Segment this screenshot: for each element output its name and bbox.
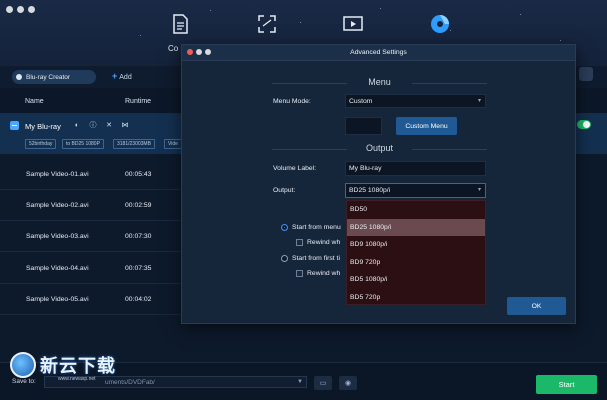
rewind-option-2[interactable]: Rewind wh [296, 270, 340, 277]
output-section-heading: Output [272, 143, 487, 153]
start-from-menu-label: Start from menu [292, 224, 341, 231]
ripper-module-icon[interactable] [255, 12, 279, 36]
name-column-header: Name [25, 98, 44, 105]
output-option-selected[interactable]: BD25 1080p/i [347, 218, 485, 236]
menu-preview-box[interactable] [345, 117, 382, 135]
ok-button[interactable]: OK [507, 297, 566, 315]
output-option[interactable]: BD50 [347, 201, 485, 219]
radio-unselected[interactable] [281, 255, 288, 262]
project-name: My Blu-ray [25, 122, 61, 131]
dialog-titlebar: Advanced Settings [182, 45, 575, 61]
menu-mode-value: Custom [349, 97, 373, 105]
rewind-option-1[interactable]: Rewind wh [296, 239, 340, 246]
volume-label-input[interactable]: My Blu-ray [345, 161, 486, 176]
start-from-menu-option[interactable]: Start from menu [281, 224, 341, 231]
creator-module-icon[interactable] [428, 12, 452, 36]
file-row[interactable]: Sample Video-04.avi 00:07:35 [0, 254, 180, 284]
tag-title: 52birthday [25, 139, 57, 149]
file-name: Sample Video-04.avi [26, 265, 89, 272]
info-icon[interactable]: ⓘ [88, 120, 98, 130]
file-runtime: 00:07:35 [125, 265, 152, 272]
file-row[interactable]: Sample Video-03.avi 00:07:30 [0, 222, 180, 252]
project-enable-toggle[interactable] [577, 120, 591, 129]
iso-icon[interactable]: ◉ [339, 376, 357, 390]
start-from-title-option[interactable]: Start from first ti [281, 255, 340, 262]
output-label: Output: [273, 187, 296, 194]
file-name: Sample Video-05.avi [26, 296, 89, 303]
copy-module-label: Co [168, 44, 179, 53]
chevron-down-icon: ▾ [477, 98, 481, 104]
output-value: BD25 1080p/i [349, 187, 391, 194]
runtime-column-header: Runtime [125, 98, 152, 105]
remove-icon[interactable]: ✕ [104, 120, 114, 130]
advanced-settings-dialog: Advanced Settings Menu Menu Mode: Custom… [181, 44, 576, 324]
converter-module-icon[interactable] [341, 12, 365, 36]
file-row[interactable]: Sample Video-05.avi 00:04:02 [0, 285, 180, 315]
add-label: Add [119, 74, 132, 81]
bluray-disc-icon: ◐ [74, 121, 80, 129]
rewind-checkbox-1[interactable] [296, 239, 303, 246]
file-runtime: 00:02:59 [125, 202, 152, 209]
bluray-creator-label: Blu-ray Creator [26, 73, 71, 81]
output-dropdown-list: BD50 BD25 1080p/i BD9 1080p/i BD9 720p B… [346, 200, 486, 305]
add-button[interactable]: + Add [112, 71, 132, 81]
save-to-label: Save to: [12, 378, 36, 385]
watermark-logo: 新云下载 www.newasp.net [10, 352, 116, 382]
folder-icon[interactable]: ▭ [314, 376, 332, 390]
output-option[interactable]: BD5 720p [347, 289, 485, 307]
rewind-label-2: Rewind wh [307, 270, 341, 277]
file-row[interactable]: Sample Video-01.avi 00:05:43 [0, 160, 180, 190]
output-option[interactable]: BD9 720p [347, 254, 485, 272]
output-option[interactable]: BD9 1080p/i [347, 236, 485, 254]
menu-section-heading: Menu [272, 77, 487, 87]
volume-label-label: Volume Label: [273, 165, 317, 172]
output-path-value: uments/DVDFab/ [105, 378, 155, 386]
tag-target: to BD25 1080P [62, 139, 104, 149]
share-icon[interactable]: ⋈ [120, 120, 130, 130]
chevron-down-icon: ▾ [477, 187, 481, 193]
tag-size: 3181/23003MB [113, 139, 155, 149]
menu-mode-label: Menu Mode: [273, 98, 311, 105]
file-name: Sample Video-03.avi [26, 233, 89, 240]
radio-selected[interactable] [281, 224, 288, 231]
plus-icon: + [112, 71, 118, 81]
menu-mode-select[interactable]: Custom ▾ [345, 94, 486, 108]
file-runtime: 00:04:02 [125, 296, 152, 303]
file-runtime: 00:05:43 [125, 171, 152, 178]
project-checkbox[interactable] [10, 121, 19, 130]
tag-video: Vide [164, 139, 182, 149]
watermark-globe-icon [10, 352, 36, 378]
watermark-text: 新云下载 [40, 356, 116, 377]
watermark-url: www.newasp.net [58, 376, 96, 382]
rewind-checkbox-2[interactable] [296, 270, 303, 277]
creator-disc-icon [16, 74, 22, 80]
dialog-title: Advanced Settings [350, 49, 407, 56]
file-name: Sample Video-02.avi [26, 202, 89, 209]
task-queue-icon[interactable] [579, 67, 593, 81]
file-runtime: 00:07:30 [125, 233, 152, 240]
output-select[interactable]: BD25 1080p/i ▾ [345, 183, 486, 198]
rewind-label-1: Rewind wh [307, 239, 341, 246]
start-from-title-label: Start from first ti [292, 255, 340, 262]
file-name: Sample Video-01.avi [26, 171, 89, 178]
volume-label-value: My Blu-ray [349, 165, 382, 172]
copy-module-icon[interactable] [168, 12, 192, 36]
output-option[interactable]: BD5 1080p/i [347, 271, 485, 289]
bluray-creator-button[interactable]: Blu-ray Creator [12, 70, 96, 84]
file-row[interactable]: Sample Video-02.avi 00:02:59 [0, 191, 180, 221]
chevron-down-icon[interactable]: ▼ [297, 379, 303, 385]
start-button[interactable]: Start [536, 375, 597, 394]
custom-menu-button[interactable]: Custom Menu [396, 117, 457, 135]
